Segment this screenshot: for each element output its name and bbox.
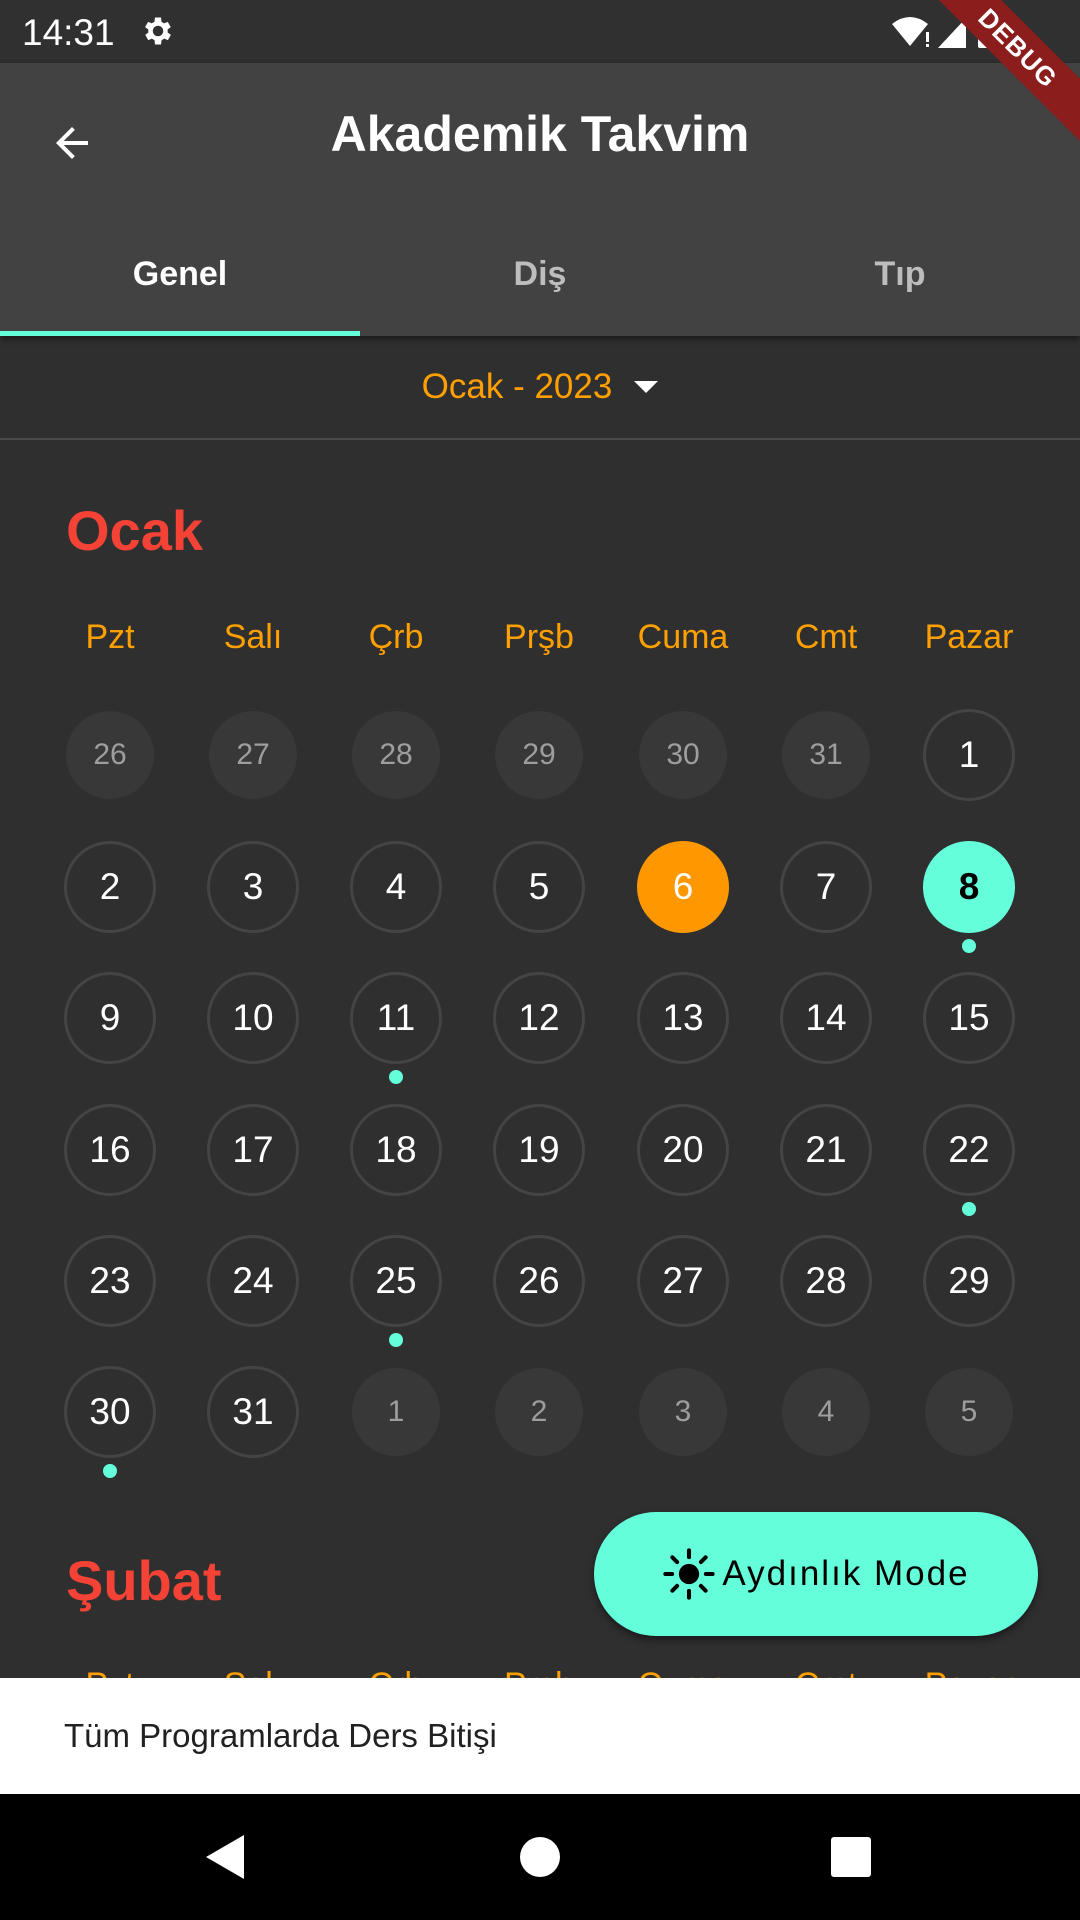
- weekday-label: Pzt: [85, 618, 135, 656]
- event-dot: [962, 939, 976, 953]
- weekday-label: Cmt: [794, 618, 858, 656]
- calendar-day[interactable]: 18: [350, 1104, 442, 1196]
- calendar-day[interactable]: 20: [637, 1104, 729, 1196]
- nav-back-button[interactable]: [189, 1822, 259, 1892]
- wifi-icon: [892, 17, 928, 46]
- weekday-label: Pazar: [924, 618, 1014, 656]
- event-dot: [389, 1333, 403, 1347]
- calendar-day[interactable]: 14: [780, 972, 872, 1064]
- tab-genel[interactable]: Genel: [0, 213, 360, 336]
- weekday-row-ocak: Pzt Salı Çrb Prşb Cuma Cmt Pazar: [0, 618, 1080, 678]
- calendar-day-outside[interactable]: 1: [352, 1368, 440, 1456]
- calendar-day-outside[interactable]: 3: [639, 1368, 727, 1456]
- weekday-label: Cuma: [637, 618, 729, 656]
- calendar-day-outside[interactable]: 27: [209, 711, 297, 799]
- event-dot: [103, 1464, 117, 1478]
- sun-icon: [663, 1548, 716, 1600]
- tab-dis[interactable]: Diş: [360, 213, 720, 336]
- calendar-day-outside[interactable]: 31: [782, 711, 870, 799]
- gear-icon: [145, 17, 171, 45]
- light-mode-button[interactable]: Aydınlık Mode: [594, 1512, 1038, 1636]
- weekday-label: Prşb: [504, 618, 574, 656]
- snackbar: Tüm Programlarda Ders Bitişi: [0, 1678, 1080, 1794]
- month-dropdown-value: Ocak - 2023: [421, 367, 613, 406]
- weekday-label: Salı: [223, 618, 283, 656]
- calendar-day[interactable]: 9: [64, 972, 156, 1064]
- calendar-day[interactable]: 15: [923, 972, 1015, 1064]
- calendar-day[interactable]: 13: [637, 972, 729, 1064]
- calendar-day[interactable]: 11: [350, 972, 442, 1064]
- calendar-day[interactable]: 27: [637, 1235, 729, 1327]
- nav-recents-button[interactable]: [816, 1822, 886, 1892]
- month-title-ocak: Ocak: [66, 499, 203, 562]
- calendar-day[interactable]: 31: [207, 1366, 299, 1458]
- calendar-day[interactable]: 2: [64, 841, 156, 933]
- calendar-day-outside[interactable]: 26: [66, 711, 154, 799]
- calendar-day-today[interactable]: 6: [637, 841, 729, 933]
- home-circle-icon: [520, 1837, 560, 1877]
- calendar-day[interactable]: 26: [493, 1235, 585, 1327]
- status-bar: 14:31: [0, 0, 1080, 63]
- calendar-day[interactable]: 22: [923, 1104, 1015, 1196]
- calendar-day[interactable]: 30: [64, 1366, 156, 1458]
- wifi-alert: [926, 32, 929, 42]
- calendar-day[interactable]: 12: [493, 972, 585, 1064]
- back-triangle-icon: [206, 1835, 244, 1879]
- calendar-day[interactable]: 3: [207, 841, 299, 933]
- calendar-day[interactable]: 5: [493, 841, 585, 933]
- calendar-day[interactable]: 19: [493, 1104, 585, 1196]
- calendar-day[interactable]: 1: [923, 709, 1015, 801]
- calendar-day-outside[interactable]: 28: [352, 711, 440, 799]
- calendar-day[interactable]: 7: [780, 841, 872, 933]
- calendar-day-outside[interactable]: 29: [495, 711, 583, 799]
- calendar-day-outside[interactable]: 4: [782, 1368, 870, 1456]
- dropdown-arrow-icon: [634, 381, 659, 393]
- snackbar-text: Tüm Programlarda Ders Bitişi: [64, 1717, 497, 1754]
- light-mode-label: Aydınlık Mode: [722, 1554, 970, 1593]
- weekday-label: Çrb: [368, 618, 424, 656]
- calendar-day[interactable]: 17: [207, 1104, 299, 1196]
- calendar-day-outside[interactable]: 30: [639, 711, 727, 799]
- recents-square-icon: [831, 1837, 871, 1877]
- calendar-day[interactable]: 24: [207, 1235, 299, 1327]
- app-bar: Akademik Takvim Genel Diş Tıp: [0, 63, 1080, 336]
- tab-tip[interactable]: Tıp: [720, 213, 1080, 336]
- calendar-day-selected[interactable]: 8: [923, 841, 1015, 933]
- calendar-day[interactable]: 25: [350, 1235, 442, 1327]
- calendar-day[interactable]: 16: [64, 1104, 156, 1196]
- calendar-day[interactable]: 28: [780, 1235, 872, 1327]
- event-dot: [962, 1202, 976, 1216]
- month-dropdown[interactable]: Ocak - 2023: [0, 336, 1080, 440]
- calendar-day-outside[interactable]: 2: [495, 1368, 583, 1456]
- calendar-day-outside[interactable]: 5: [925, 1368, 1013, 1456]
- calendar-day[interactable]: 10: [207, 972, 299, 1064]
- page-title: Akademik Takvim: [330, 106, 750, 162]
- month-title-subat: Şubat: [66, 1549, 222, 1612]
- system-nav-bar: [0, 1794, 1080, 1920]
- nav-home-button[interactable]: [505, 1822, 575, 1892]
- event-dot: [389, 1070, 403, 1084]
- calendar-day[interactable]: 23: [64, 1235, 156, 1327]
- tab-bar: Genel Diş Tıp: [0, 213, 1080, 336]
- calendar-day[interactable]: 29: [923, 1235, 1015, 1327]
- calendar-day[interactable]: 21: [780, 1104, 872, 1196]
- calendar-day[interactable]: 4: [350, 841, 442, 933]
- status-time: 14:31: [22, 12, 115, 53]
